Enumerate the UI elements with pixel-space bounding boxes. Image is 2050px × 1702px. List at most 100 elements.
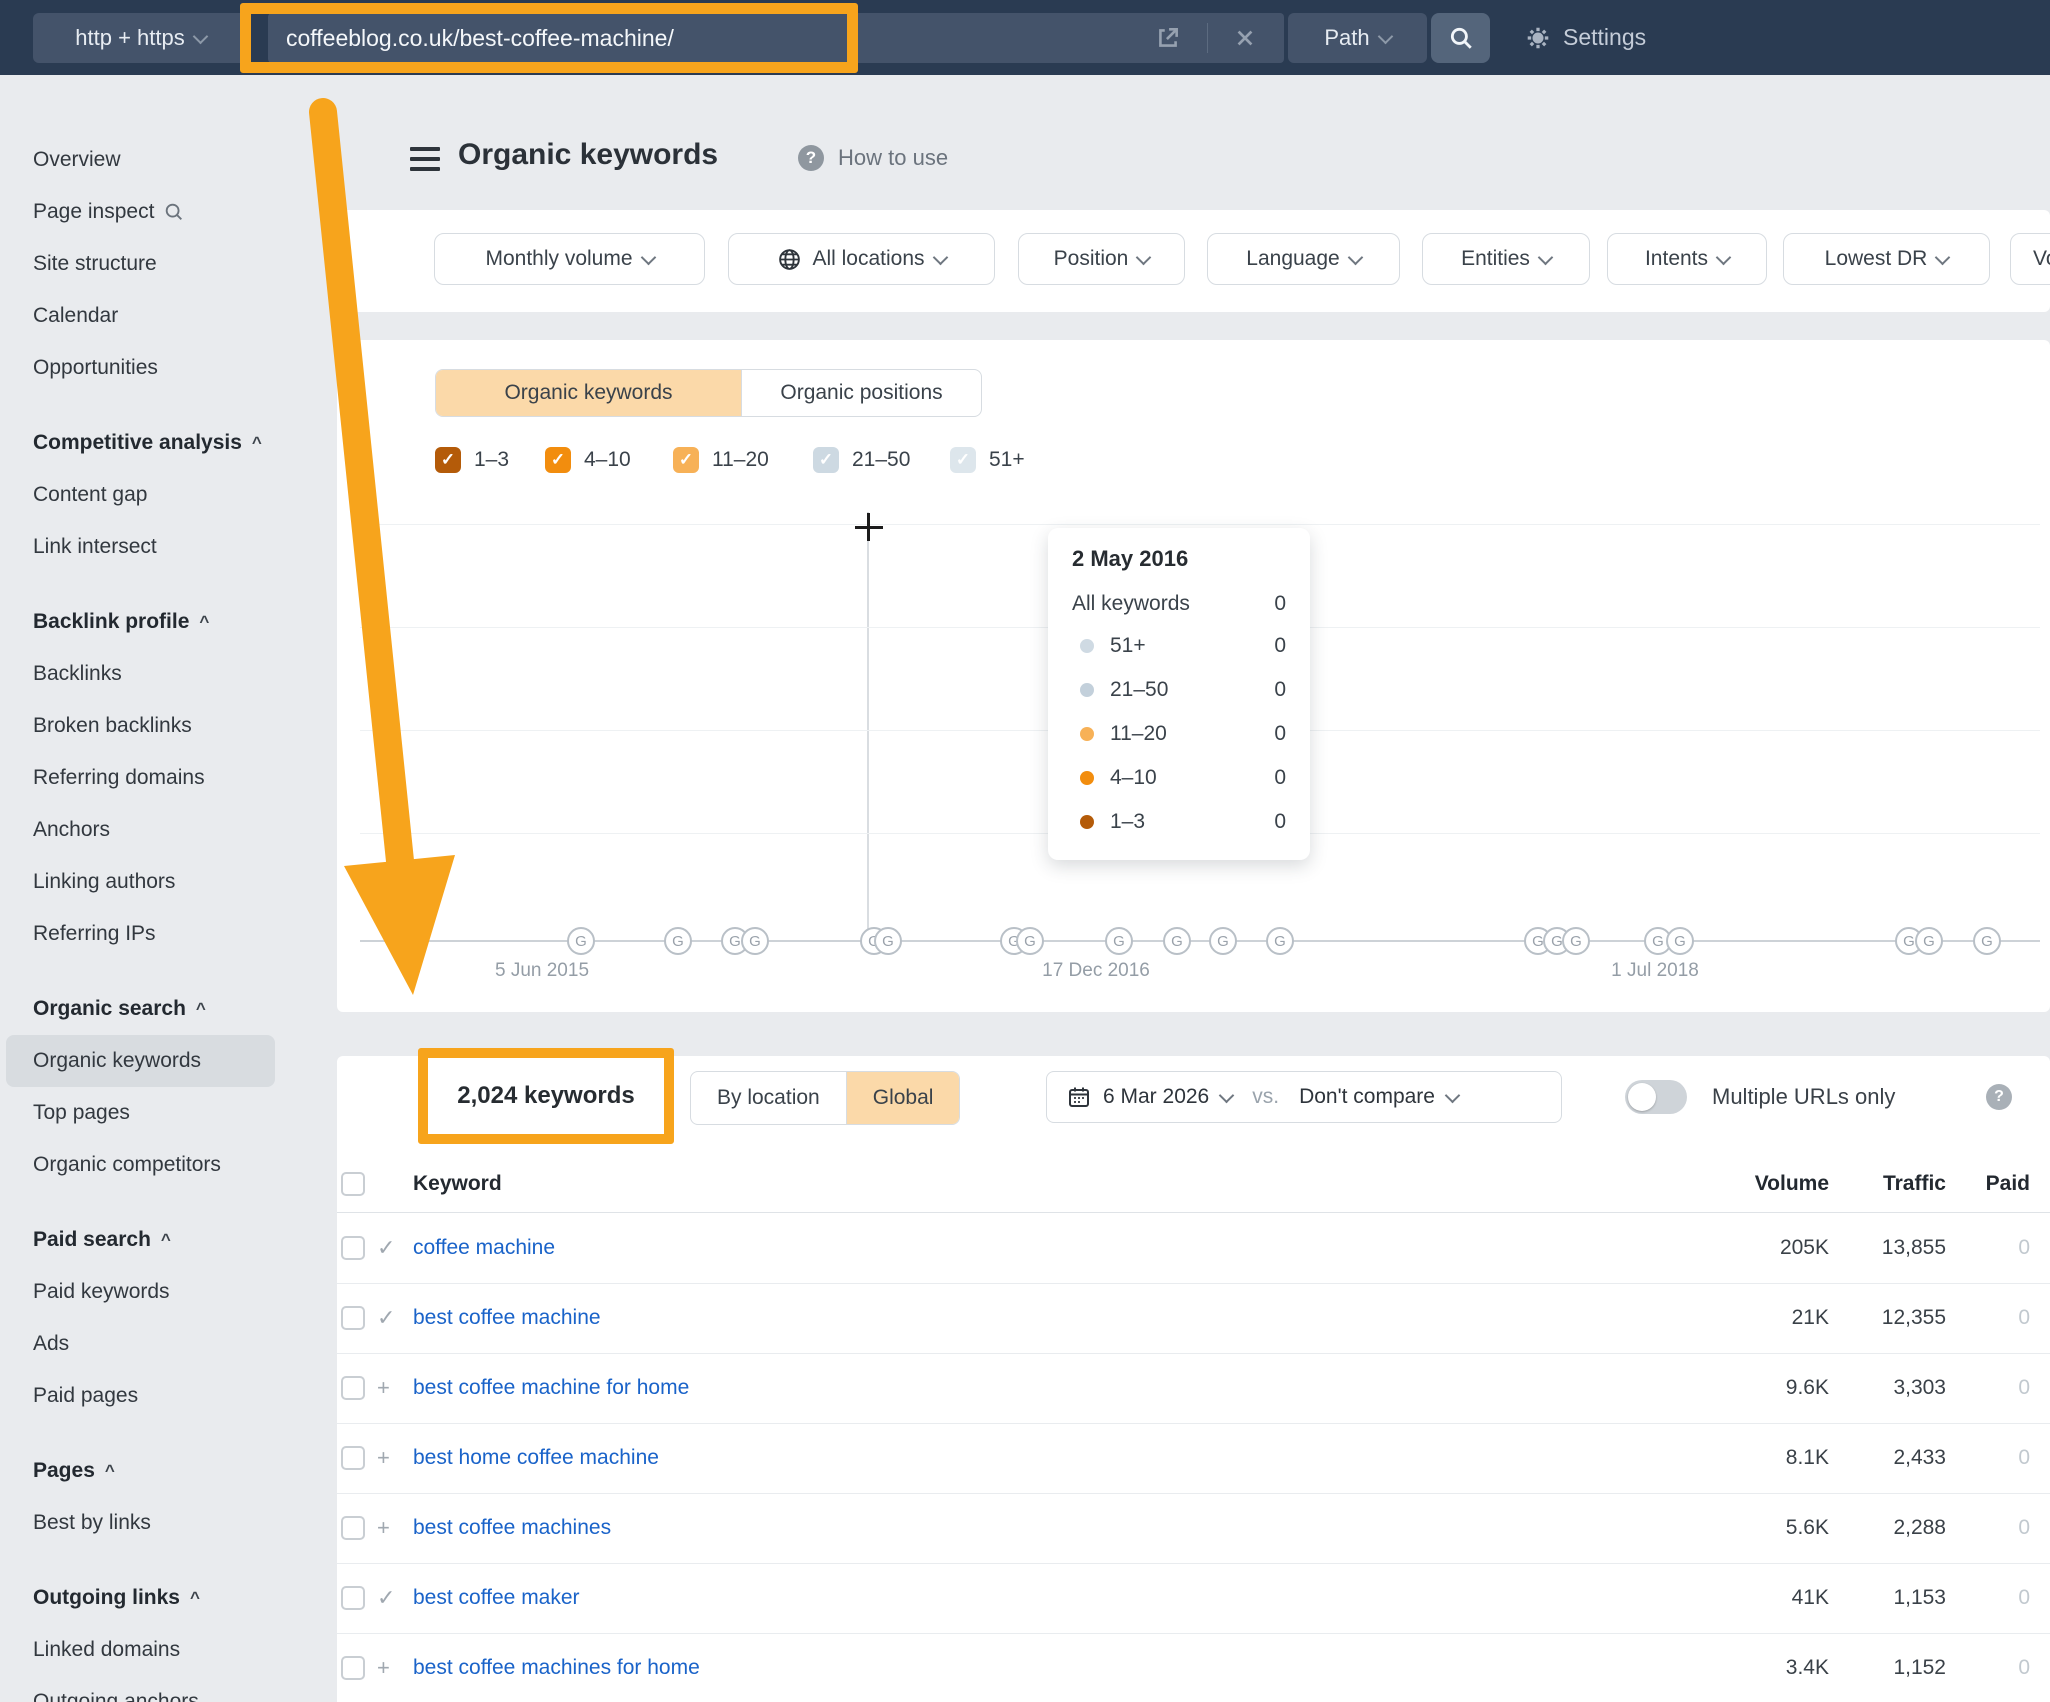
column-header-volume[interactable]: Volume (1609, 1172, 1829, 1196)
row-status-icon: + (377, 1445, 390, 1471)
tab-organic-positions[interactable]: Organic positions (742, 370, 981, 416)
position-filter-11-20[interactable]: ✓ 11–20 (673, 447, 769, 473)
filter-cut-off[interactable]: Vo (2010, 233, 2050, 285)
filter-all-locations[interactable]: All locations (728, 233, 995, 285)
sidebar-item-ads[interactable]: Ads (0, 1318, 283, 1370)
keyword-link[interactable]: coffee machine (413, 1236, 555, 1260)
checkbox-checked-icon[interactable]: ✓ (435, 447, 461, 473)
row-checkbox[interactable] (341, 1236, 365, 1260)
google-update-marker-icon[interactable]: G (1562, 927, 1590, 955)
sidebar-item-opportunities[interactable]: Opportunities (0, 342, 283, 394)
filter-entities[interactable]: Entities (1422, 233, 1590, 285)
sidebar-item-top-pages[interactable]: Top pages (0, 1087, 283, 1139)
sidebar-item-calendar[interactable]: Calendar (0, 290, 283, 342)
mode-selector[interactable]: Path (1288, 13, 1427, 63)
google-update-marker-icon[interactable]: G (1973, 927, 2001, 955)
checkbox-unchecked-icon[interactable]: ✓ (813, 447, 839, 473)
menu-toggle-button[interactable] (410, 147, 440, 171)
filter-lowest-dr[interactable]: Lowest DR (1783, 233, 1990, 285)
tab-organic-keywords[interactable]: Organic keywords (436, 370, 742, 416)
column-header-keyword[interactable]: Keyword (413, 1172, 502, 1196)
sidebar-item-content-gap[interactable]: Content gap (0, 469, 283, 521)
row-checkbox[interactable] (341, 1656, 365, 1680)
multiple-urls-help-icon[interactable]: ? (1986, 1084, 2012, 1110)
sidebar-item-page-inspect[interactable]: Page inspect (0, 186, 283, 238)
google-update-marker-icon[interactable]: G (741, 927, 769, 955)
sidebar-item-linked-domains[interactable]: Linked domains (0, 1624, 283, 1676)
filter-position[interactable]: Position (1018, 233, 1185, 285)
sidebar-item-overview[interactable]: Overview (0, 134, 283, 186)
keyword-link[interactable]: best coffee maker (413, 1586, 580, 1610)
date-compare-control[interactable]: 6 Mar 2026 vs. Don't compare (1046, 1071, 1562, 1123)
google-update-marker-icon[interactable]: G (1209, 927, 1237, 955)
sidebar-item-organic-competitors[interactable]: Organic competitors (0, 1139, 283, 1191)
row-checkbox[interactable] (341, 1516, 365, 1540)
google-update-marker-icon[interactable]: G (1163, 927, 1191, 955)
row-checkbox[interactable] (341, 1376, 365, 1400)
sidebar-item-backlinks[interactable]: Backlinks (0, 648, 283, 700)
sidebar-item-pages[interactable]: Pages^ (0, 1445, 283, 1497)
search-button[interactable] (1431, 13, 1490, 63)
position-filter-51plus[interactable]: ✓ 51+ (950, 447, 1025, 473)
column-header-paid[interactable]: Paid (1950, 1172, 2030, 1196)
checkbox-unchecked-icon[interactable]: ✓ (950, 447, 976, 473)
sidebar-item-best-by-links[interactable]: Best by links (0, 1497, 283, 1549)
sidebar-item-backlink-profile[interactable]: Backlink profile^ (0, 596, 283, 648)
traffic-cell: 1,152 (1806, 1656, 1946, 1680)
row-status-icon: ✓ (377, 1585, 395, 1611)
google-update-marker-icon[interactable]: G (1666, 927, 1694, 955)
global-button[interactable]: Global (847, 1072, 960, 1124)
checkbox-checked-icon[interactable]: ✓ (545, 447, 571, 473)
traffic-cell: 3,303 (1806, 1376, 1946, 1400)
sidebar-item-site-structure[interactable]: Site structure (0, 238, 283, 290)
google-update-marker-icon[interactable]: G (1016, 927, 1044, 955)
google-update-marker-icon[interactable]: G (1915, 927, 1943, 955)
settings-button[interactable]: Settings (1525, 0, 1646, 75)
sidebar-item-outgoing-anchors[interactable]: Outgoing anchors (0, 1676, 283, 1702)
filter-intents[interactable]: Intents (1607, 233, 1767, 285)
protocol-selector[interactable]: http + https (33, 13, 248, 63)
google-update-marker-icon[interactable]: G (1105, 927, 1133, 955)
keyword-link[interactable]: best coffee machines (413, 1516, 611, 1540)
filter-monthly-volume[interactable]: Monthly volume (434, 233, 705, 285)
filter-language[interactable]: Language (1207, 233, 1400, 285)
sidebar-item-paid-search[interactable]: Paid search^ (0, 1214, 283, 1266)
sidebar-item-organic-search[interactable]: Organic search^ (0, 983, 283, 1035)
column-header-traffic[interactable]: Traffic (1806, 1172, 1946, 1196)
how-to-use-link[interactable]: ? How to use (798, 145, 948, 171)
checkbox-checked-icon[interactable]: ✓ (673, 447, 699, 473)
chevron-down-icon (640, 249, 656, 265)
sidebar-item-outgoing-links[interactable]: Outgoing links^ (0, 1572, 283, 1624)
keyword-link[interactable]: best coffee machines for home (413, 1656, 700, 1680)
keyword-link[interactable]: best home coffee machine (413, 1446, 659, 1470)
row-checkbox[interactable] (341, 1586, 365, 1610)
google-update-marker-icon[interactable]: G (1266, 927, 1294, 955)
position-filter-21-50[interactable]: ✓ 21–50 (813, 447, 910, 473)
google-update-marker-icon[interactable]: G (567, 927, 595, 955)
sidebar-item-link-intersect[interactable]: Link intersect (0, 521, 283, 573)
by-location-button[interactable]: By location (691, 1072, 847, 1124)
sidebar-item-paid-pages[interactable]: Paid pages (0, 1370, 283, 1422)
google-update-marker-icon[interactable]: G (874, 927, 902, 955)
row-checkbox[interactable] (341, 1306, 365, 1330)
sidebar-item-organic-keywords[interactable]: Organic keywords (6, 1035, 275, 1087)
date-value: 6 Mar 2026 (1103, 1085, 1209, 1109)
sidebar-item-referring-domains[interactable]: Referring domains (0, 752, 283, 804)
sidebar-item-broken-backlinks[interactable]: Broken backlinks (0, 700, 283, 752)
keyword-link[interactable]: best coffee machine (413, 1306, 601, 1330)
sidebar-item-competitive-analysis[interactable]: Competitive analysis^ (0, 417, 283, 469)
sidebar-item-referring-ips[interactable]: Referring IPs (0, 908, 283, 960)
position-filter-4-10[interactable]: ✓ 4–10 (545, 447, 631, 473)
position-filter-1-3[interactable]: ✓ 1–3 (435, 447, 509, 473)
clear-url-button[interactable] (1234, 0, 1256, 75)
multiple-urls-toggle[interactable] (1625, 1080, 1687, 1114)
chevron-down-icon (1716, 249, 1732, 265)
select-all-checkbox[interactable] (341, 1172, 365, 1196)
row-checkbox[interactable] (341, 1446, 365, 1470)
google-update-marker-icon[interactable]: G (664, 927, 692, 955)
sidebar-item-paid-keywords[interactable]: Paid keywords (0, 1266, 283, 1318)
sidebar-item-anchors[interactable]: Anchors (0, 804, 283, 856)
sidebar-item-linking-authors[interactable]: Linking authors (0, 856, 283, 908)
open-in-new-tab-button[interactable] (1155, 0, 1181, 75)
keyword-link[interactable]: best coffee machine for home (413, 1376, 689, 1400)
